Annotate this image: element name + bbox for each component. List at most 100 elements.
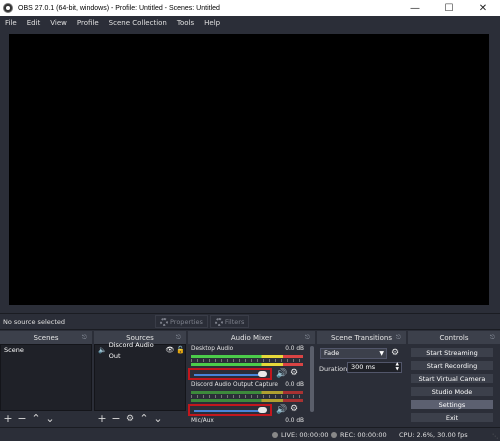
settings-button[interactable]: Settings bbox=[410, 399, 494, 410]
title-bar: OBS 27.0.1 (64-bit, windows) - Profile: … bbox=[0, 0, 500, 16]
menu-profile[interactable]: Profile bbox=[72, 19, 104, 27]
start-streaming-button[interactable]: Start Streaming bbox=[410, 347, 494, 358]
preview-area bbox=[0, 29, 500, 312]
audio-mixer-title: Audio Mixer bbox=[230, 333, 273, 342]
add-source-icon[interactable]: + bbox=[97, 411, 107, 427]
preview-canvas[interactable] bbox=[9, 34, 489, 305]
channel-name: Discord Audio Output Capture bbox=[191, 382, 278, 388]
undock-icon[interactable]: ⎋ bbox=[176, 334, 183, 341]
scene-item[interactable]: Scene bbox=[1, 345, 91, 356]
speaker-icon[interactable]: 🔊 bbox=[276, 369, 287, 379]
start-virtual-camera-button[interactable]: Start Virtual Camera bbox=[410, 373, 494, 384]
transitions-header: Scene Transitions ⎋ bbox=[317, 331, 406, 344]
rec-indicator-icon bbox=[331, 432, 337, 438]
gear-icon bbox=[160, 317, 168, 326]
studio-mode-button[interactable]: Studio Mode bbox=[410, 386, 494, 397]
move-down-icon[interactable]: ⌄ bbox=[45, 411, 55, 427]
sources-list: 🔈 Discord Audio Out 👁 🔓 bbox=[94, 341, 186, 411]
resize-grip-icon[interactable]: ⋱ bbox=[492, 433, 498, 440]
speaker-icon: 🔈 bbox=[98, 346, 107, 354]
live-status: LIVE: 00:00:00 bbox=[272, 431, 329, 439]
controls-title: Controls bbox=[439, 333, 469, 342]
cpu-status: CPU: 2.6%, 30.00 fps bbox=[399, 431, 468, 439]
move-down-icon[interactable]: ⌄ bbox=[153, 411, 163, 427]
sources-toolbar: + − ⚙ ⌃ ⌄ bbox=[94, 411, 186, 427]
filters-button[interactable]: Filters bbox=[209, 315, 250, 328]
volume-meter bbox=[191, 355, 303, 358]
volume-slider-handle[interactable] bbox=[258, 407, 267, 413]
volume-slider[interactable] bbox=[194, 410, 266, 412]
gear-icon[interactable]: ⚙ bbox=[290, 404, 298, 414]
start-recording-button[interactable]: Start Recording bbox=[410, 360, 494, 371]
scenes-toolbar: + − ⌃ ⌄ bbox=[0, 411, 92, 427]
source-item[interactable]: 🔈 Discord Audio Out 👁 🔓 bbox=[95, 341, 185, 360]
move-up-icon[interactable]: ⌃ bbox=[139, 411, 149, 427]
move-up-icon[interactable]: ⌃ bbox=[31, 411, 41, 427]
volume-slider[interactable] bbox=[194, 374, 266, 376]
menu-edit[interactable]: Edit bbox=[22, 19, 46, 27]
live-time: LIVE: 00:00:00 bbox=[281, 431, 329, 439]
volume-meter bbox=[191, 391, 303, 394]
mixer-scrollbar[interactable] bbox=[310, 346, 314, 412]
meter-scale bbox=[191, 395, 303, 398]
menu-file[interactable]: File bbox=[0, 19, 22, 27]
maximize-icon[interactable]: ☐ bbox=[432, 0, 466, 16]
channel-name: Mic/Aux bbox=[191, 418, 214, 424]
context-bar: No source selected Properties Filters bbox=[0, 313, 500, 330]
add-scene-icon[interactable]: + bbox=[3, 411, 13, 427]
gear-icon[interactable]: ⚙ bbox=[125, 411, 135, 427]
audio-mixer-body: Desktop Audio 0.0 dB 🔊 ⚙ Discord Audio O… bbox=[188, 344, 315, 427]
remove-scene-icon[interactable]: − bbox=[17, 411, 27, 427]
properties-label: Properties bbox=[170, 317, 203, 326]
volume-slider-highlight bbox=[188, 404, 272, 416]
volume-meter bbox=[191, 399, 303, 402]
controls-header: Controls ⎋ bbox=[408, 331, 500, 344]
remove-source-icon[interactable]: − bbox=[111, 411, 121, 427]
undock-icon[interactable]: ⎋ bbox=[82, 334, 89, 341]
scene-transitions-dock: Scene Transitions ⎋ Fade ▼ ⚙ Duration 30… bbox=[317, 331, 406, 427]
rec-time: REC: 00:00:00 bbox=[340, 431, 387, 439]
gear-icon[interactable]: ⚙ bbox=[391, 348, 399, 358]
minimize-icon[interactable]: — bbox=[398, 0, 432, 16]
mixer-channel-discord-audio: Discord Audio Output Capture 0.0 dB 🔊 ⚙ bbox=[188, 382, 306, 420]
duration-input[interactable]: 300 ms ▲ ▼ bbox=[347, 362, 402, 373]
status-bar: LIVE: 00:00:00 REC: 00:00:00 CPU: 2.6%, … bbox=[0, 427, 500, 441]
filter-icon bbox=[214, 317, 223, 326]
spinner-icon[interactable]: ▲ ▼ bbox=[396, 362, 399, 372]
gear-icon[interactable]: ⚙ bbox=[290, 368, 298, 378]
scenes-header: Scenes ⎋ bbox=[0, 331, 92, 344]
menu-help[interactable]: Help bbox=[199, 19, 225, 27]
volume-slider-handle[interactable] bbox=[258, 371, 267, 377]
volume-meter bbox=[191, 363, 303, 366]
eye-icon[interactable]: 👁 bbox=[165, 345, 174, 356]
no-source-label: No source selected bbox=[3, 317, 65, 326]
meter-scale bbox=[191, 359, 303, 362]
audio-mixer-header: Audio Mixer ⎋ bbox=[188, 331, 315, 344]
transition-value: Fade bbox=[324, 349, 340, 357]
menu-tools[interactable]: Tools bbox=[172, 19, 199, 27]
exit-button[interactable]: Exit bbox=[410, 412, 494, 423]
scenes-dock: Scenes ⎋ Scene + − ⌃ ⌄ bbox=[0, 331, 92, 427]
volume-slider-highlight bbox=[188, 368, 272, 380]
channel-db: 0.0 dB bbox=[285, 418, 304, 424]
rec-status: REC: 00:00:00 bbox=[331, 431, 387, 439]
transition-select[interactable]: Fade ▼ bbox=[320, 348, 387, 359]
channel-db: 0.0 dB bbox=[285, 382, 304, 388]
obs-logo-icon bbox=[3, 3, 13, 13]
undock-icon[interactable]: ⎋ bbox=[396, 334, 403, 341]
menu-scene-collection[interactable]: Scene Collection bbox=[104, 19, 172, 27]
speaker-icon[interactable]: 🔊 bbox=[276, 405, 287, 415]
live-indicator-icon bbox=[272, 432, 278, 438]
audio-mixer-dock: Audio Mixer ⎋ Desktop Audio 0.0 dB 🔊 ⚙ D… bbox=[188, 331, 315, 427]
window-controls: — ☐ ✕ bbox=[398, 0, 500, 16]
mixer-channel-desktop-audio: Desktop Audio 0.0 dB 🔊 ⚙ bbox=[188, 346, 306, 384]
lock-icon[interactable]: 🔓 bbox=[176, 345, 185, 356]
close-icon[interactable]: ✕ bbox=[466, 0, 500, 16]
source-name: Discord Audio Out bbox=[108, 340, 154, 360]
menu-view[interactable]: View bbox=[45, 19, 72, 27]
duration-value: 300 ms bbox=[351, 363, 376, 371]
undock-icon[interactable]: ⎋ bbox=[490, 334, 497, 341]
filters-label: Filters bbox=[224, 317, 245, 326]
properties-button[interactable]: Properties bbox=[155, 315, 208, 328]
undock-icon[interactable]: ⎋ bbox=[305, 334, 312, 341]
